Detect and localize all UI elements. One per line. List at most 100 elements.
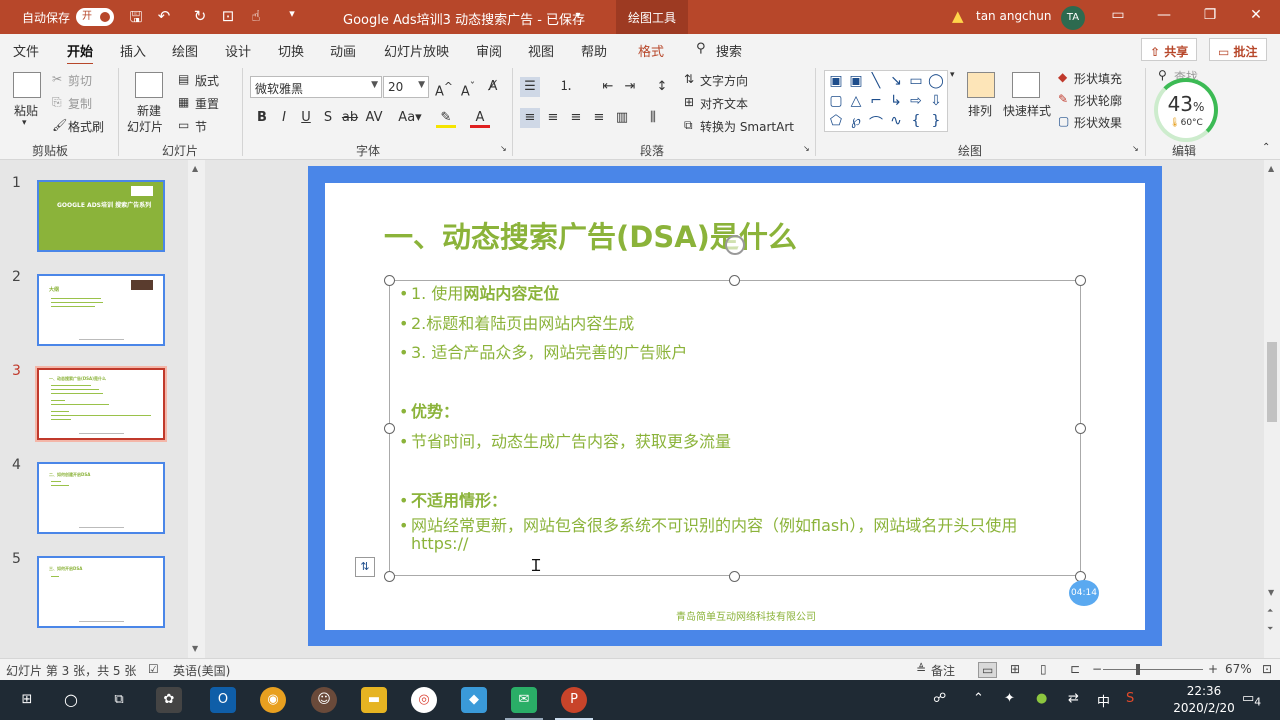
people-icon[interactable]: ☍ [933, 691, 946, 706]
thumbnail-scrollbar[interactable]: ▲ ▼ [188, 160, 205, 658]
powerpoint-icon[interactable]: P [561, 687, 587, 713]
columns-icon[interactable]: ⫼ [643, 108, 663, 128]
line-spacing-icon[interactable]: ↕ [652, 77, 672, 97]
rectangle-shape-icon[interactable]: ▭ [907, 73, 925, 89]
grow-font-icon[interactable]: A^ [434, 77, 454, 99]
freeform-shape-icon[interactable]: ℘ [847, 113, 865, 129]
user-name[interactable]: tan angchun [976, 9, 1051, 23]
outlook-icon[interactable]: O [210, 687, 236, 713]
new-slide-line1[interactable]: 新建 [137, 102, 161, 119]
rotate-handle-icon[interactable] [725, 235, 745, 255]
font-color-icon[interactable]: A [470, 108, 490, 128]
start-presentation-icon[interactable]: ⊡ [218, 7, 238, 25]
resize-handle[interactable] [1075, 423, 1086, 434]
close-icon[interactable]: ✕ [1246, 7, 1266, 23]
task-view-icon[interactable]: ⧉ [106, 687, 132, 713]
previous-slide-icon[interactable]: ⏶ [1267, 606, 1273, 616]
highlight-icon[interactable]: ✎ [436, 108, 456, 128]
font-name-select[interactable]: 微软雅黑 ▼ [250, 76, 382, 98]
numbering-icon[interactable]: ⒈ [556, 77, 576, 97]
distributed-icon[interactable]: ▥ [612, 108, 632, 128]
share-button[interactable]: ⇧ 共享 [1141, 38, 1198, 61]
notification-icon[interactable]: ▭4 [1242, 691, 1261, 709]
slide-thumbnail-1[interactable]: GOOGLE ADS培训 搜索广告系列 [37, 180, 165, 252]
notes-app-icon[interactable]: ◆ [461, 687, 487, 713]
resize-handle[interactable] [384, 275, 395, 286]
dialog-launcher-icon[interactable]: ↘ [500, 144, 507, 153]
undo-icon[interactable]: ↶ [154, 7, 174, 25]
right-arrow-shape-icon[interactable]: ⇨ [907, 93, 925, 109]
tab-file[interactable]: 文件 [13, 41, 39, 60]
wechat-icon[interactable]: ✉ [511, 687, 537, 713]
resize-handle[interactable] [1075, 275, 1086, 286]
tray-app-icon[interactable]: ✦ [1004, 691, 1015, 706]
find-icon[interactable]: ⚲ [1158, 68, 1167, 82]
tab-draw[interactable]: 绘图 [172, 41, 198, 60]
elbow-arrow-shape-icon[interactable]: ↳ [887, 93, 905, 109]
format-painter-button[interactable]: 格式刷 [68, 118, 104, 135]
ime-indicator[interactable]: 中 [1097, 691, 1110, 710]
scroll-thumb[interactable] [1267, 342, 1277, 422]
fit-to-window-icon[interactable]: ⊡ [1262, 662, 1272, 676]
bullet-item[interactable]: • 网站经常更新，网站包含很多系统不可识别的内容（例如flash），网站域名开头只… [399, 517, 1074, 553]
ribbon-display-icon[interactable]: ▭ [1108, 7, 1128, 23]
title-dropdown-icon[interactable]: ▾ [568, 10, 588, 21]
notes-icon[interactable]: ≜ [916, 662, 926, 676]
smartart-button[interactable]: 转换为 SmartArt [700, 118, 794, 135]
change-case-icon[interactable]: Aa▾ [396, 108, 424, 128]
brace-right-shape-icon[interactable]: } [927, 113, 945, 129]
zoom-level[interactable]: 67% [1225, 662, 1252, 676]
app-pinwheel-icon[interactable]: ✿ [156, 687, 182, 713]
new-slide-button[interactable]: 幻灯片 [127, 118, 163, 135]
quick-styles-icon[interactable] [1012, 72, 1040, 98]
collapse-ribbon-icon[interactable]: ⌃ [1262, 142, 1270, 153]
text-direction-button[interactable]: 文字方向 [700, 72, 748, 89]
paste-icon[interactable] [13, 72, 41, 98]
shapes-gallery[interactable]: ▣ ▣ ╲ ↘ ▭ ◯ ▢ △ ⌐ ↳ ⇨ ⇩ ⬠ ℘ ⌒ ∿ { } [824, 70, 948, 132]
tab-format[interactable]: 格式 [638, 41, 664, 60]
shadow-icon[interactable]: S [318, 108, 338, 128]
gallery-more-icon[interactable]: ▾ [950, 70, 955, 80]
resize-handle[interactable] [384, 571, 395, 582]
bullet-item[interactable]: • 1. 使用网站内容定位 [399, 280, 559, 304]
autosave-toggle[interactable]: 开 [76, 8, 114, 26]
search-icon[interactable]: ⚲ [696, 41, 706, 56]
section-button[interactable]: 节 [195, 118, 207, 135]
rounded-rect-shape-icon[interactable]: ▢ [827, 93, 845, 109]
comments-button[interactable]: ▭ 批注 [1209, 38, 1267, 61]
font-size-select[interactable]: 20 ▼ [383, 76, 429, 98]
spellcheck-icon[interactable]: ☑ [148, 662, 159, 676]
pentagon-shape-icon[interactable]: ⬠ [827, 113, 845, 129]
normal-view-icon[interactable]: ▭ [978, 662, 998, 678]
clear-format-icon[interactable]: A̸ [483, 77, 503, 97]
chrome-icon[interactable]: ◎ [411, 687, 437, 713]
slide-thumbnail-3[interactable]: 一、动态搜索广告(DSA)是什么 [35, 366, 167, 442]
search-label[interactable]: 搜索 [716, 41, 742, 60]
tab-design[interactable]: 设计 [225, 41, 251, 60]
elbow-connector-shape-icon[interactable]: ⌐ [867, 93, 885, 109]
shape-fill-button[interactable]: 形状填充 [1074, 70, 1122, 87]
layout-button[interactable]: 版式 [195, 72, 219, 89]
zoom-out-button[interactable]: − [1092, 662, 1102, 676]
zoom-in-button[interactable]: + [1208, 662, 1218, 676]
scroll-up-icon[interactable]: ▲ [1268, 164, 1274, 173]
slide-sorter-icon[interactable]: ⊞ [1010, 662, 1020, 676]
bold-icon[interactable]: B [252, 108, 272, 128]
paste-button[interactable]: 粘贴 [14, 102, 38, 119]
tab-help[interactable]: 帮助 [581, 41, 607, 60]
down-arrow-shape-icon[interactable]: ⇩ [927, 93, 945, 109]
reset-button[interactable]: 重置 [195, 95, 219, 112]
resize-handle[interactable] [384, 423, 395, 434]
resize-handle[interactable] [729, 275, 740, 286]
file-explorer-icon[interactable]: ▬ [361, 687, 387, 713]
arc-shape-icon[interactable]: ⌒ [867, 113, 885, 133]
oval-shape-icon[interactable]: ◯ [927, 73, 945, 89]
strikethrough-icon[interactable]: ab [340, 108, 360, 128]
decrease-indent-icon[interactable]: ⇤ [598, 77, 618, 97]
zoom-slider[interactable] [1103, 669, 1203, 670]
shrink-font-icon[interactable]: Aˇ [458, 77, 478, 99]
vertical-textbox-shape-icon[interactable]: ▣ [847, 73, 865, 89]
save-icon[interactable]: 🖫 [126, 7, 146, 32]
touch-mode-icon[interactable]: ☝ [246, 7, 266, 25]
slideshow-view-icon[interactable]: ⊏ [1070, 662, 1080, 676]
